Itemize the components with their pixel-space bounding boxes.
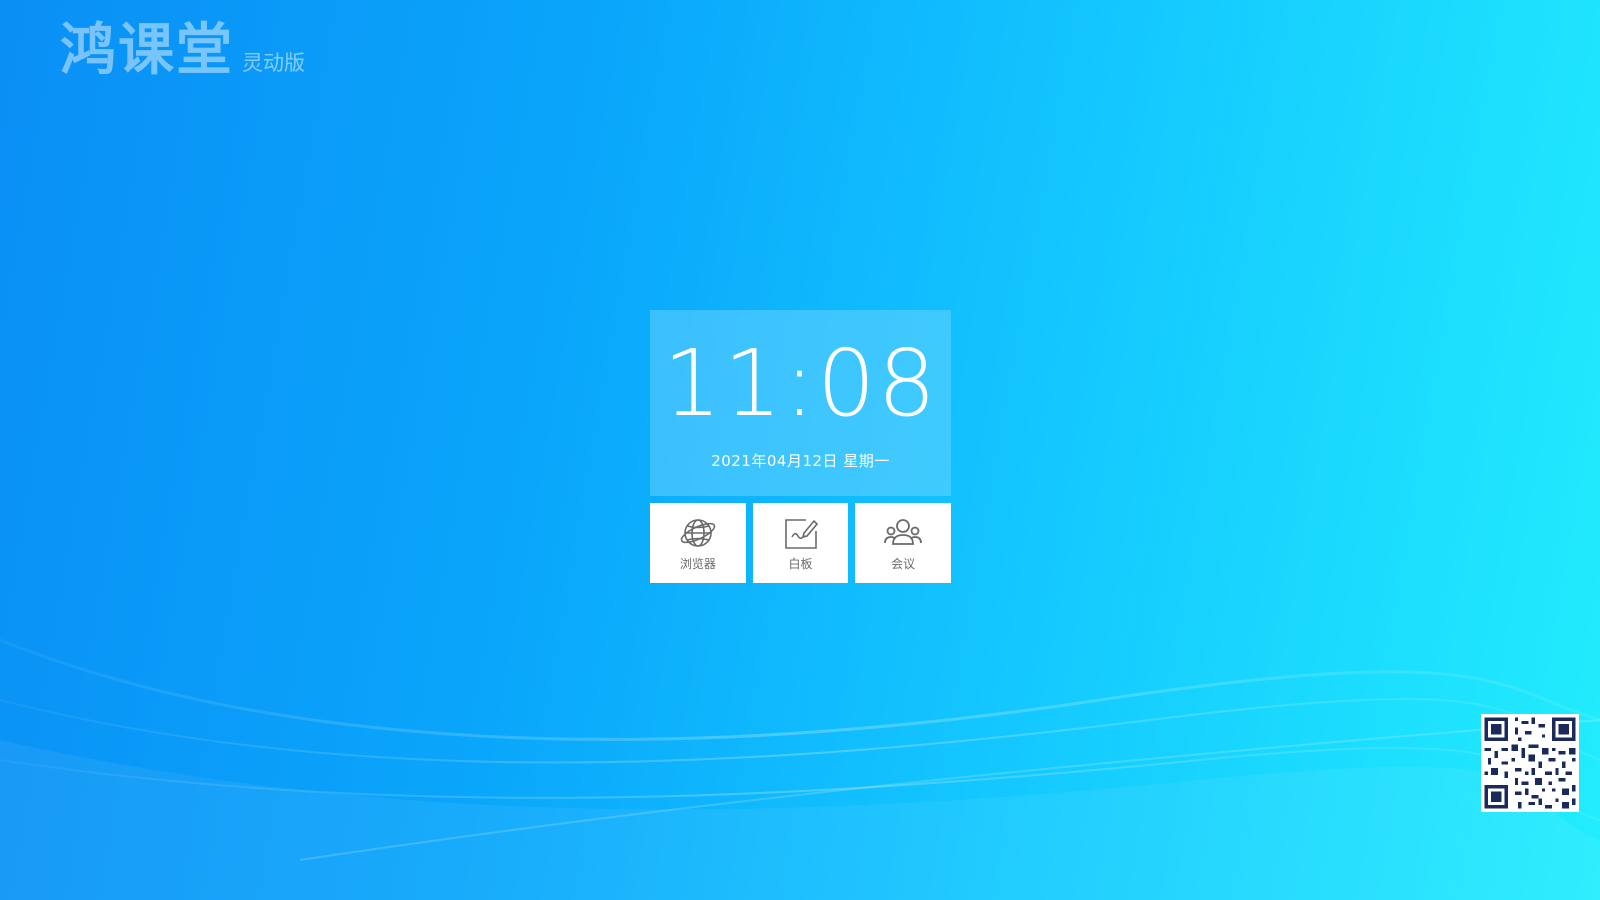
qr-code-image [1481, 714, 1579, 812]
meeting-icon [884, 518, 923, 545]
browser-app-button[interactable]: 浏览器 [650, 503, 746, 583]
whiteboard-icon [784, 518, 818, 549]
logo-edition: 灵动版 [242, 51, 305, 75]
globe-icon [680, 518, 716, 547]
browser-app-label: 浏览器 [679, 556, 716, 571]
clock-time: 11:08 [662, 330, 939, 437]
whiteboard-app-label: 白板 [788, 556, 813, 571]
meeting-app-label: 会议 [891, 556, 916, 571]
meeting-app-button[interactable]: 会议 [855, 503, 952, 583]
clock-widget: 11:08 2021年04月12日 星期一 [650, 310, 951, 496]
logo-title: 鸿课堂 [60, 18, 234, 83]
app-logo: 鸿课堂 灵动版 [60, 18, 305, 84]
clock-date: 2021年04月12日 星期一 [711, 452, 890, 470]
whiteboard-app-button[interactable]: 白板 [752, 503, 849, 583]
qr-code[interactable] [1481, 714, 1579, 812]
app-launcher: 浏览器 白板 会议 [650, 503, 952, 583]
